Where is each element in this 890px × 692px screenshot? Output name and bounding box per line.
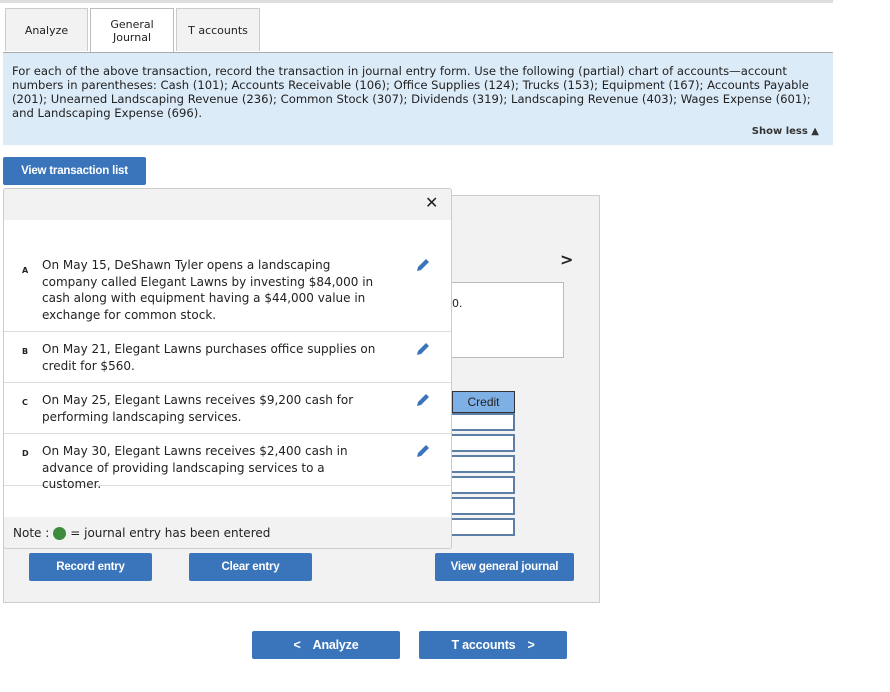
item-letter: C [22, 398, 28, 407]
credit-input[interactable] [452, 434, 515, 452]
note: Note : = journal entry has been entered [13, 526, 270, 540]
tab-general-journal[interactable]: General Journal [90, 8, 174, 53]
transaction-item-c[interactable]: C On May 25, Elegant Lawns receives $9,2… [4, 383, 451, 434]
chevron-right-icon: > [527, 638, 535, 652]
pencil-icon[interactable] [415, 257, 431, 273]
pencil-icon[interactable] [415, 392, 431, 408]
transaction-item-d[interactable]: D On May 30, Elegant Lawns receives $2,4… [4, 434, 451, 491]
close-icon[interactable]: ✕ [425, 193, 438, 212]
partial-text: 0. [452, 297, 463, 310]
pencil-icon[interactable] [415, 443, 431, 459]
tab-analyze[interactable]: Analyze [5, 8, 88, 51]
prev-analyze-button[interactable]: < Analyze [252, 631, 400, 659]
chevron-right-icon[interactable]: > [560, 250, 573, 269]
transaction-description-box: 0. [452, 282, 564, 358]
prev-label: Analyze [312, 638, 359, 652]
show-less-label: Show less [751, 126, 808, 137]
item-letter: D [22, 449, 29, 458]
clear-entry-button[interactable]: Clear entry [189, 553, 312, 581]
tab-t-accounts[interactable]: T accounts [176, 8, 260, 51]
next-t-accounts-button[interactable]: T accounts > [419, 631, 567, 659]
credit-header: Credit [452, 391, 515, 413]
pencil-icon[interactable] [415, 341, 431, 357]
item-text: On May 15, DeShawn Tyler opens a landsca… [42, 258, 374, 322]
credit-input[interactable] [452, 476, 515, 494]
view-transaction-list-button[interactable]: View transaction list [3, 157, 146, 185]
transaction-item-a[interactable]: A On May 15, DeShawn Tyler opens a lands… [4, 251, 451, 332]
item-text: On May 30, Elegant Lawns receives $2,400… [42, 444, 348, 491]
instructions-box: For each of the above transaction, recor… [3, 52, 833, 145]
top-bar [0, 0, 833, 3]
item-letter: B [22, 347, 29, 356]
credit-input[interactable] [452, 413, 515, 431]
item-text: On May 25, Elegant Lawns receives $9,200… [42, 393, 354, 424]
credit-input[interactable] [452, 518, 515, 536]
item-text: On May 21, Elegant Lawns purchases offic… [42, 342, 376, 373]
credit-input[interactable] [452, 497, 515, 515]
credit-input[interactable] [452, 455, 515, 473]
entered-dot-icon [53, 526, 67, 540]
view-general-journal-button[interactable]: View general journal [435, 553, 574, 581]
transaction-list-popup: ✕ A On May 15, DeShawn Tyler opens a lan… [3, 188, 452, 549]
note-text: = journal entry has been entered [70, 526, 271, 540]
next-label: T accounts [451, 638, 516, 652]
note-label: Note : [13, 526, 50, 540]
record-entry-button[interactable]: Record entry [29, 553, 152, 581]
chevron-left-icon: < [293, 638, 301, 652]
transaction-list: A On May 15, DeShawn Tyler opens a lands… [4, 220, 451, 517]
instructions-text: For each of the above transaction, recor… [12, 64, 811, 120]
item-letter: A [22, 266, 29, 275]
show-less-link[interactable]: Show less ▲ [752, 125, 819, 139]
transaction-item-b[interactable]: B On May 21, Elegant Lawns purchases off… [4, 332, 451, 383]
triangle-up-icon: ▲ [811, 126, 819, 137]
